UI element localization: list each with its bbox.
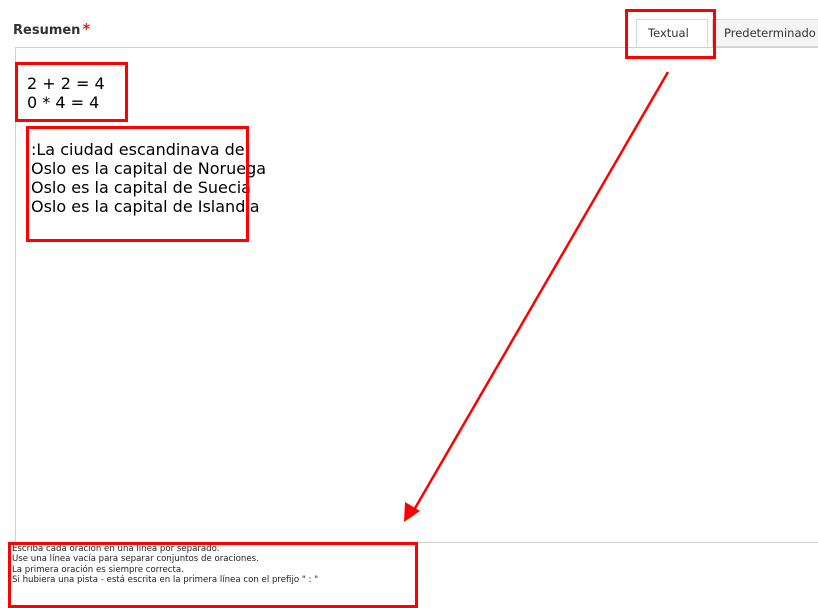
annotation-arrow: [404, 71, 670, 522]
